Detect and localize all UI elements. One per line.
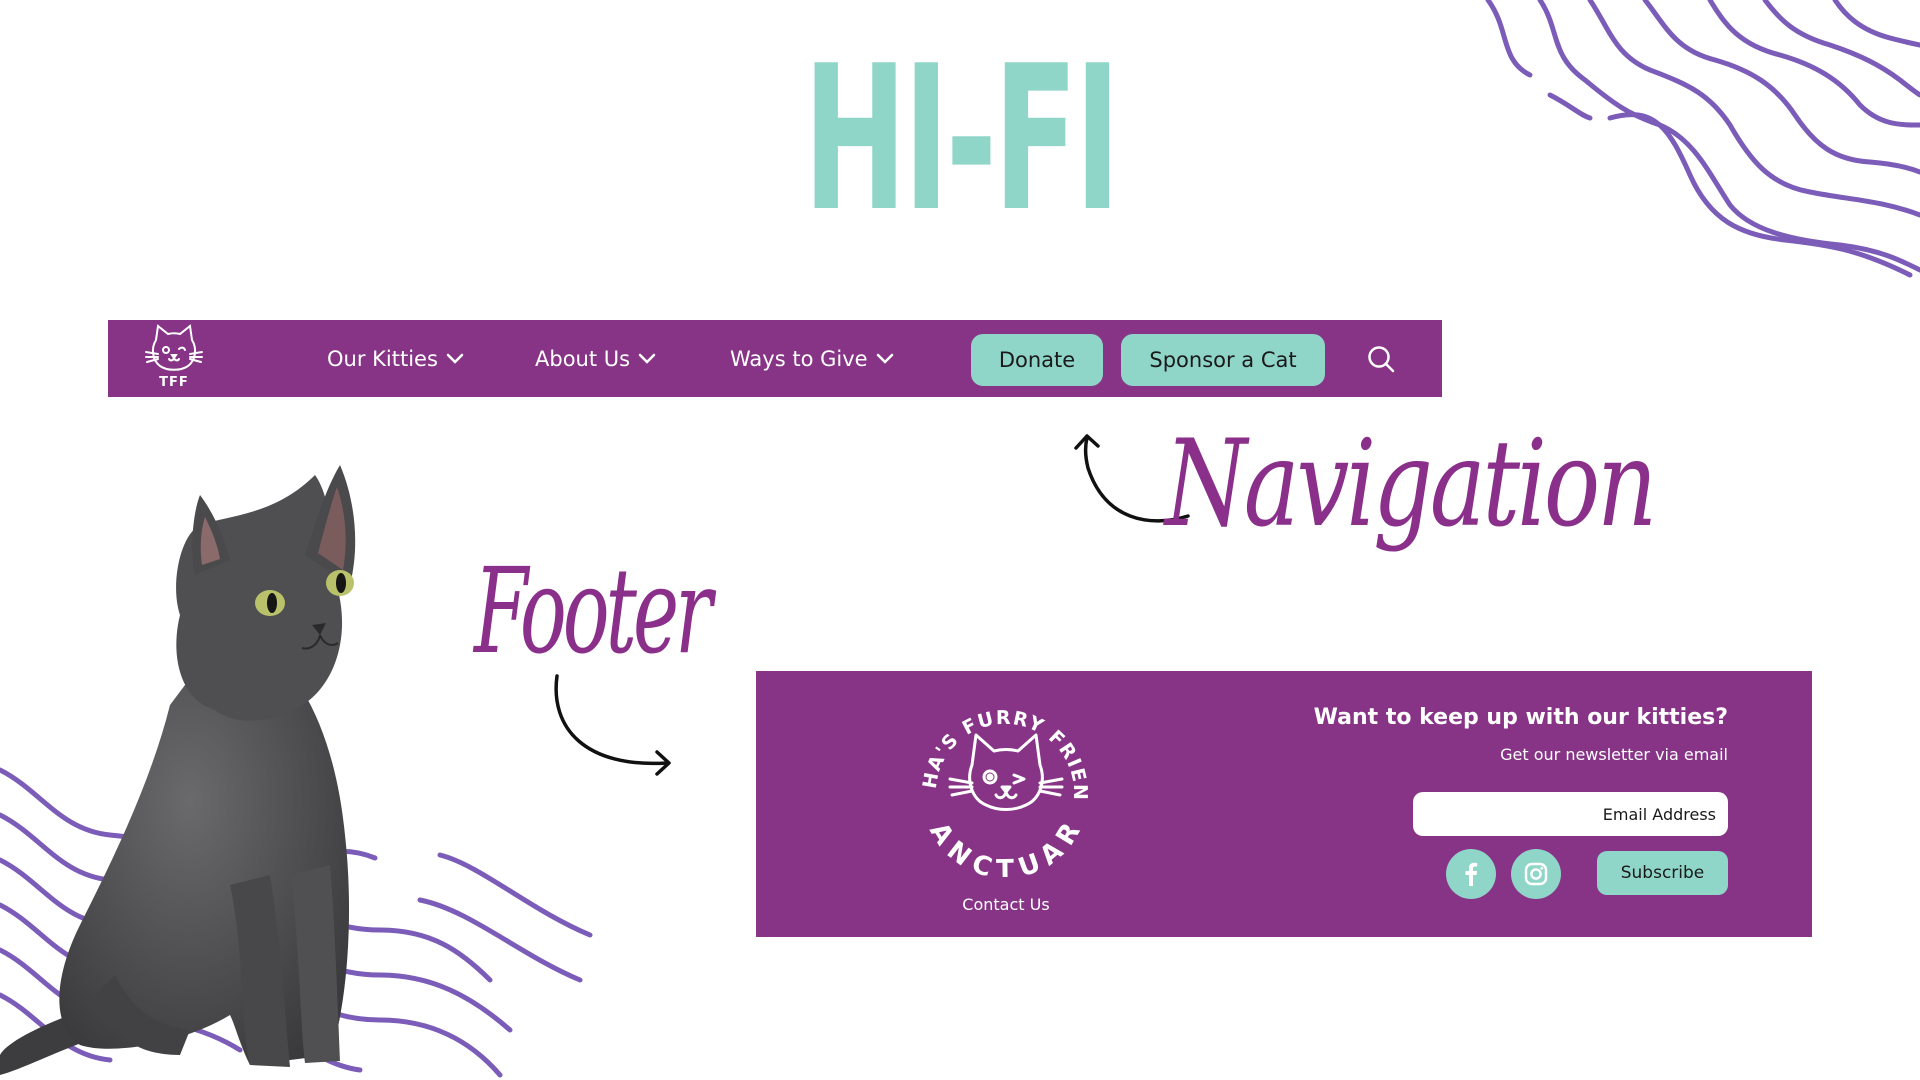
navigation-bar: TFF Our Kitties About Us Ways to Give Do… [108,320,1442,397]
chevron-down-icon [638,353,656,364]
gray-cat-photo [0,465,356,1075]
search-icon[interactable] [1366,344,1396,374]
nav-item-about-us[interactable]: About Us [535,320,656,397]
instagram-button[interactable] [1511,849,1561,899]
chevron-down-icon [876,353,893,364]
footer-panel: TASHA'S FURRY FRIENDS SANCTUARY Contact … [756,671,1812,937]
facebook-icon [1465,862,1478,886]
navigation-annotation-label: Navigation [1165,415,1657,554]
sanctuary-seal-logo: TASHA'S FURRY FRIENDS SANCTUARY [914,695,1090,877]
facebook-button[interactable] [1446,849,1496,899]
donate-button[interactable]: Donate [971,334,1103,386]
nav-logo-text: TFF [159,375,189,390]
nav-item-label: About Us [535,346,631,371]
footer-arrow-icon [554,674,671,776]
newsletter-subheading: Get our newsletter via email [1500,745,1728,764]
winking-cat-icon [948,733,1064,811]
email-field[interactable] [1413,792,1728,836]
footer-annotation-label: Footer [474,542,712,680]
newsletter-heading: Want to keep up with our kitties? [1313,705,1728,730]
nav-item-ways-to-give[interactable]: Ways to Give [730,320,894,397]
contact-us-link[interactable]: Contact Us [906,895,1106,914]
instagram-icon [1524,862,1548,886]
nav-item-our-kitties[interactable]: Our Kitties [327,320,464,397]
subscribe-button[interactable]: Subscribe [1597,851,1728,895]
page-title: HI-FI [803,23,1120,256]
chevron-down-icon [446,353,464,364]
cat-face-icon [145,324,203,371]
sponsor-a-cat-button[interactable]: Sponsor a Cat [1121,334,1325,386]
nav-logo[interactable]: TFF [142,324,206,394]
nav-item-label: Ways to Give [730,346,868,371]
nav-item-label: Our Kitties [327,346,438,371]
